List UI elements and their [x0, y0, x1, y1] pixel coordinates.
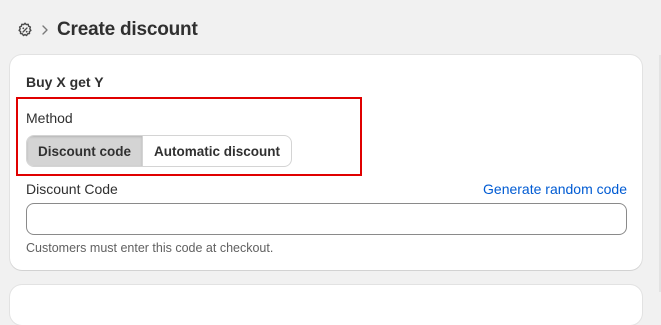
automatic-discount-option[interactable]: Automatic discount — [143, 136, 291, 166]
discount-code-input[interactable] — [26, 203, 627, 235]
discount-code-option[interactable]: Discount code — [27, 136, 143, 166]
page-title: Create discount — [57, 19, 198, 40]
discount-gear-icon[interactable] — [16, 21, 34, 39]
next-card — [10, 285, 642, 325]
method-label: Method — [26, 110, 73, 126]
buy-x-get-y-card: Buy X get Y Method Discount code Automat… — [10, 55, 642, 270]
card-title: Buy X get Y — [26, 74, 104, 90]
chevron-right-icon — [40, 23, 50, 37]
discount-code-label: Discount Code — [26, 181, 118, 197]
generate-random-code-link[interactable]: Generate random code — [483, 181, 627, 197]
discount-code-help-text: Customers must enter this code at checko… — [26, 241, 274, 255]
page-header: Create discount — [16, 16, 198, 44]
method-segmented-control: Discount code Automatic discount — [26, 135, 293, 167]
